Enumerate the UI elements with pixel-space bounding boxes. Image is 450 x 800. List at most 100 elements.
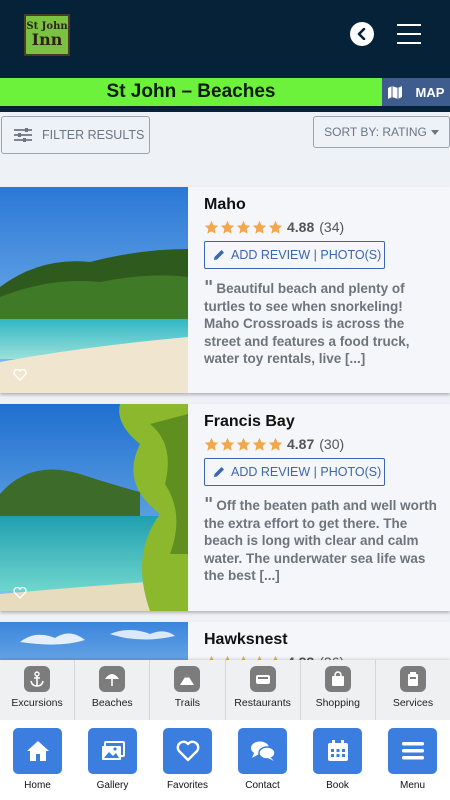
review-count: (34) [319,219,345,235]
nav-menu[interactable]: Menu [375,720,450,800]
category-label: Services [392,697,434,709]
anchor-icon [24,666,51,692]
map-icon [387,85,402,99]
nav-gallery[interactable]: Gallery [75,720,150,800]
star-icon [220,437,235,451]
star-icon [236,220,251,234]
beach-photo[interactable] [0,187,188,393]
nav-label: Menu [399,780,425,791]
nav-label: Contact [245,780,280,791]
shopping-bag-icon [324,666,351,692]
map-button-label: MAP [415,84,445,100]
sliders-icon [14,128,32,142]
listing-details: Francis Bay 4.87 (30) ADD REVIEW | PHOTO… [204,404,440,585]
page-title-bar: St John – Beaches MAP [0,78,450,106]
listing-title[interactable]: Hawksnest [204,631,440,649]
menu-icon [388,728,437,774]
star-rating [204,220,283,235]
filter-results-label: FILTER RESULTS [42,128,145,142]
favorite-heart-icon[interactable] [13,587,27,599]
nav-label: Gallery [96,780,129,791]
review-excerpt-text: Off the beaten path and well worth the e… [204,498,437,583]
nav-book[interactable]: Book [300,720,375,800]
review-count: (30) [319,436,345,452]
hamburger-line [397,24,421,26]
rating-row: 4.87 (30) [204,435,440,453]
umbrella-icon [99,666,126,692]
mountain-icon [174,666,201,692]
add-review-button[interactable]: ADD REVIEW | PHOTO(S) [204,458,385,486]
listing-card[interactable]: Francis Bay 4.87 (30) ADD REVIEW | PHOTO… [0,404,450,611]
rating-row: 4.88 (34) [204,218,440,236]
add-review-button[interactable]: ADD REVIEW | PHOTO(S) [204,241,385,269]
quote-mark: " [204,277,214,298]
review-excerpt-text: Beautiful beach and plenty of turtles to… [204,281,410,366]
category-excursions[interactable]: Excursions [0,660,76,720]
category-label: Beaches [91,697,133,709]
header-divider [0,106,450,112]
star-icon [204,220,219,234]
add-review-label: ADD REVIEW | PHOTO(S) [231,465,382,479]
calendar-icon [313,728,362,774]
review-excerpt: " Off the beaten path and well worth the … [204,496,440,585]
star-icon [236,437,251,451]
category-label: Restaurants [234,697,291,709]
caret-down-icon [430,129,439,135]
nav-label: Favorites [166,780,209,791]
restaurant-icon [249,666,276,692]
category-shopping[interactable]: Shopping [301,660,376,720]
gallery-icon [88,728,137,774]
star-icon [204,437,219,451]
services-icon [399,666,426,692]
category-label: Trails [174,697,201,709]
app-header: St John Inn [0,0,450,78]
category-beaches[interactable]: Beaches [75,660,151,720]
category-trails[interactable]: Trails [150,660,226,720]
pencil-icon [214,250,224,260]
filter-results-button[interactable]: FILTER RESULTS [1,116,150,154]
add-review-label: ADD REVIEW | PHOTO(S) [231,248,382,262]
sort-by-label: SORT BY: RATING [324,125,427,139]
nav-home[interactable]: Home [0,720,75,800]
star-icon [268,220,283,234]
category-services[interactable]: Services [376,660,450,720]
home-icon [13,728,62,774]
pencil-icon [214,467,224,477]
bottom-navigation: Home Gallery Favorites Contact Book Menu [0,720,450,800]
chat-icon [238,728,287,774]
listing-card[interactable]: Maho 4.88 (34) ADD REVIEW | PHOTO(S) " Be… [0,187,450,393]
favorite-heart-icon[interactable] [13,369,27,381]
rating-value: 4.87 [287,436,315,452]
sort-by-dropdown[interactable]: SORT BY: RATING [313,116,450,148]
st-john-inn-logo[interactable]: St John Inn [24,14,70,56]
chevron-left-icon [357,28,366,40]
beach-photo[interactable] [0,404,188,611]
rating-value: 4.88 [287,219,315,235]
category-label: Shopping [315,697,360,709]
star-icon [252,437,267,451]
star-icon [252,220,267,234]
nav-contact[interactable]: Contact [225,720,300,800]
listing-title[interactable]: Francis Bay [204,413,440,431]
listing-details: Maho 4.88 (34) ADD REVIEW | PHOTO(S) " Be… [204,187,440,368]
nav-label: Book [326,780,349,791]
category-restaurants[interactable]: Restaurants [226,660,301,720]
quote-mark: " [204,494,214,515]
category-label: Excursions [11,697,63,709]
review-excerpt: " Beautiful beach and plenty of turtles t… [204,279,440,368]
nav-favorites[interactable]: Favorites [150,720,225,800]
hamburger-menu-button[interactable] [397,24,421,44]
hamburger-line [397,42,421,44]
back-button[interactable] [350,22,374,46]
nav-label: Home [24,780,51,791]
hamburger-line [397,33,421,35]
category-bar: Excursions Beaches Trails Restaurants Sh… [0,660,450,720]
page-title: St John – Beaches [106,81,276,102]
star-icon [220,220,235,234]
logo-line2: Inn [31,30,63,49]
listing-title[interactable]: Maho [204,196,440,214]
heart-icon [163,728,212,774]
star-rating [204,437,283,452]
map-button[interactable]: MAP [382,78,450,106]
star-icon [268,437,283,451]
